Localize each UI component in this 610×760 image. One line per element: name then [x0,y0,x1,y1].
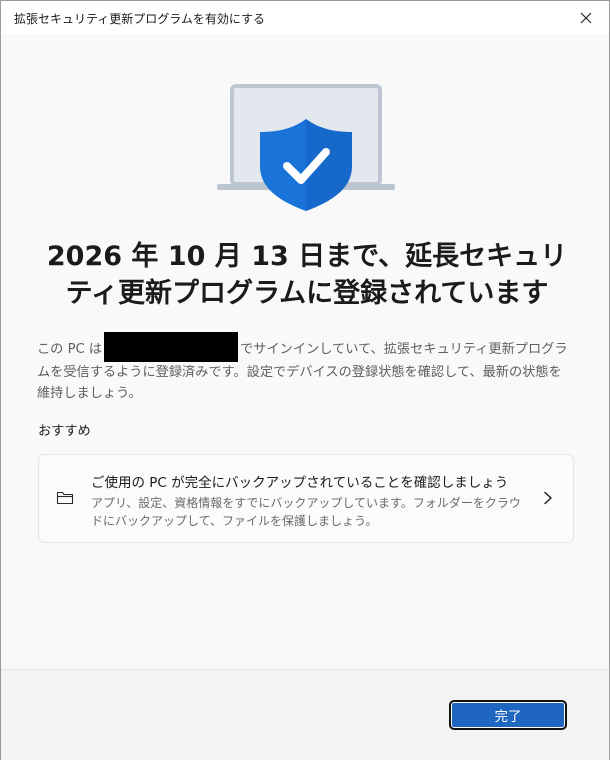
folder-icon [56,491,74,505]
page-title: 2026 年 10 月 13 日まで、延長セキュリティ更新プログラムに登録されて… [46,241,568,309]
dialog-content: 2026 年 10 月 13 日まで、延長セキュリティ更新プログラムに登録されて… [1,34,609,669]
done-button[interactable]: 完了 [449,700,567,730]
close-icon [580,12,592,23]
dialog-window: 拡張セキュリティ更新プログラムを有効にする 2026 年 10 月 13 日まで… [0,0,610,760]
description-part-1: この PC は [37,342,103,357]
redacted-account [104,332,239,362]
dialog-footer: 完了 [1,669,609,760]
enrollment-description: この PC はでサインインしていて、拡張セキュリティ更新プログラムを受信するよう… [37,332,573,404]
title-bar: 拡張セキュリティ更新プログラムを有効にする [1,1,609,34]
recommendation-title: ご使用の PC が完全にバックアップされていることを確認しましょう [91,475,509,491]
backup-recommendation-card[interactable]: ご使用の PC が完全にバックアップされていることを確認しましょう アプリ、設定… [38,454,574,543]
recommendation-description: アプリ、設定、資格情報をすでにバックアップしています。フォルダーをクラウドにバッ… [91,496,521,528]
section-label-recommended: おすすめ [38,424,91,439]
window-title: 拡張セキュリティ更新プログラムを有効にする [14,12,266,26]
chevron-right-icon [544,491,552,505]
close-button[interactable] [563,1,609,34]
laptop-shield-illustration [217,84,395,211]
